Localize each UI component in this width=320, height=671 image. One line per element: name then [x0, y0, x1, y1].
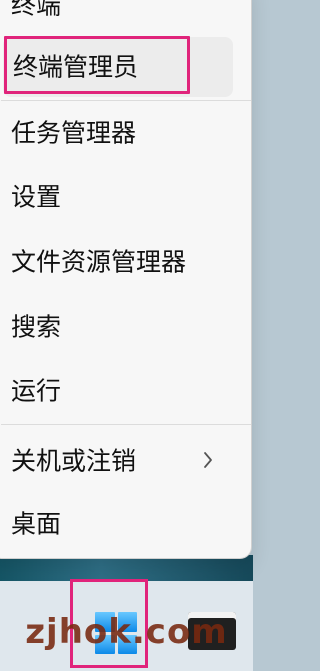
menu-item-task-manager[interactable]: 任务管理器	[1, 103, 239, 163]
menu-item-desktop[interactable]: 桌面	[1, 494, 239, 554]
menu-item-label: 搜索	[11, 312, 62, 342]
chevron-right-icon	[201, 451, 215, 469]
menu-item-terminal[interactable]: 终端	[1, 0, 239, 27]
menu-item-label: 终端管理员	[13, 52, 139, 82]
menu-separator	[1, 100, 251, 101]
menu-item-label: 运行	[11, 376, 62, 406]
watermark: zjhok.com	[25, 612, 228, 652]
menu-item-label: 终端	[11, 0, 62, 20]
menu-item-label: 任务管理器	[11, 118, 137, 148]
menu-separator	[1, 424, 251, 425]
menu-item-label: 设置	[11, 182, 62, 212]
menu-item-label: 桌面	[11, 509, 62, 539]
menu-item-label: 文件资源管理器	[11, 247, 187, 277]
menu-item-run[interactable]: 运行	[1, 361, 239, 421]
context-menu: 终端 终端管理员 任务管理器 设置 文件资源管理器 搜索 运行 关机或注销 桌面	[0, 0, 252, 559]
menu-item-settings[interactable]: 设置	[1, 167, 239, 227]
menu-item-file-explorer[interactable]: 文件资源管理器	[1, 232, 239, 292]
menu-item-terminal-admin[interactable]: 终端管理员	[3, 37, 233, 97]
menu-item-label: 关机或注销	[11, 446, 137, 476]
menu-item-search[interactable]: 搜索	[1, 297, 239, 357]
